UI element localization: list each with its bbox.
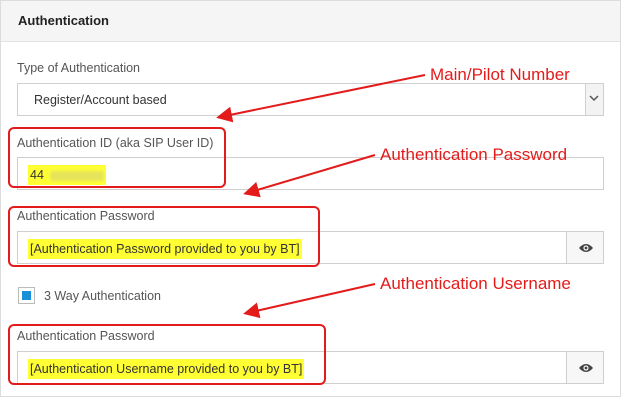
arrow-main-pilot	[216, 74, 426, 123]
arrow-auth-password	[243, 154, 376, 198]
arrow-auth-username	[243, 283, 376, 319]
annotation-arrows	[216, 74, 426, 319]
